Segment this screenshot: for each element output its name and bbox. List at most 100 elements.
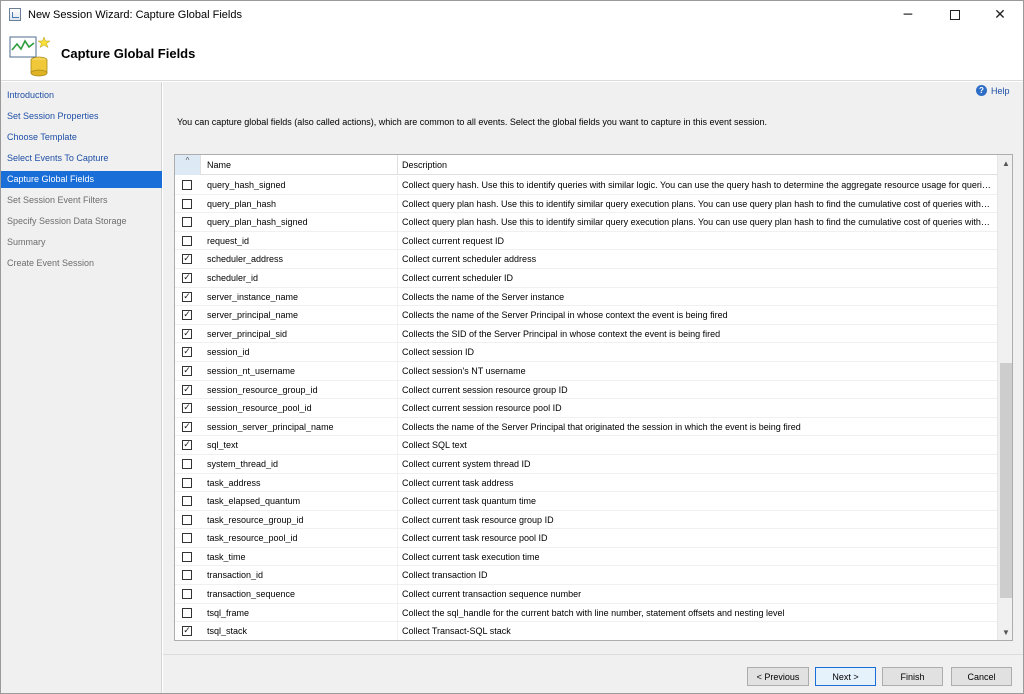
table-row[interactable]: query_plan_hash_signed Collect query plan… bbox=[175, 213, 997, 232]
table-row[interactable]: task_resource_pool_id Collect current tas… bbox=[175, 529, 997, 548]
unchecked-checkbox[interactable] bbox=[182, 217, 192, 228]
sort-up-icon: ^ bbox=[185, 156, 190, 165]
table-row[interactable]: ✓ session_server_principal_name Collects t… bbox=[175, 417, 997, 437]
checked-checkbox[interactable]: ✓ bbox=[182, 347, 192, 358]
nav-item-choose-template[interactable]: Choose Template bbox=[1, 129, 162, 146]
table-row[interactable]: ✓ session_nt_username Collect session's NT… bbox=[175, 361, 997, 381]
unchecked-checkbox[interactable] bbox=[182, 180, 192, 190]
checked-checkbox[interactable]: ✓ bbox=[182, 328, 192, 339]
field-description: Collect query plan hash. Use this to ide… bbox=[402, 217, 992, 228]
finish-button[interactable]: Finish bbox=[882, 667, 943, 686]
field-description: Collect current request ID bbox=[402, 235, 505, 246]
column-header-description[interactable]: Description bbox=[402, 160, 447, 170]
column-separator bbox=[397, 436, 398, 454]
table-row[interactable]: ✓ sql_text Collect SQL text bbox=[175, 436, 997, 455]
column-separator bbox=[397, 380, 398, 399]
nav-item-introduction[interactable]: Introduction bbox=[1, 87, 162, 104]
table-row[interactable]: ✓ server_principal_name Collects the name … bbox=[175, 306, 997, 325]
unchecked-checkbox[interactable] bbox=[182, 570, 192, 581]
previous-button[interactable]: < Previous bbox=[747, 667, 809, 686]
unchecked-checkbox[interactable] bbox=[182, 533, 192, 544]
table-row[interactable]: ✓ session_resource_group_id Collect curren… bbox=[175, 380, 997, 400]
field-description: Collect current task resource pool ID bbox=[402, 533, 548, 544]
close-button[interactable]: ✕ bbox=[977, 1, 1023, 29]
close-icon: ✕ bbox=[994, 7, 1006, 23]
field-name: system_thread_id bbox=[207, 458, 279, 469]
table-row[interactable]: transaction_sequence Collect current tran… bbox=[175, 585, 997, 604]
table-row[interactable]: ✓ session_resource_pool_id Collect current… bbox=[175, 399, 997, 418]
table-row[interactable]: query_plan_hash Collect query plan hash. … bbox=[175, 194, 997, 214]
field-description: Collects the name of the Server instance bbox=[402, 291, 565, 302]
help-label: Help bbox=[991, 85, 1010, 96]
table-row[interactable]: task_time Collect current task execution … bbox=[175, 547, 997, 567]
column-separator bbox=[397, 250, 398, 268]
field-description: Collect the sql_handle for the current b… bbox=[402, 607, 785, 618]
nav-item-select-events[interactable]: Select Events To Capture bbox=[1, 150, 162, 167]
minimize-button[interactable]: ─ bbox=[885, 1, 931, 29]
maximize-button[interactable] bbox=[932, 1, 978, 29]
sort-header[interactable]: ^ bbox=[175, 155, 201, 175]
page-description: You can capture global fields (also call… bbox=[177, 117, 767, 127]
checked-checkbox[interactable]: ✓ bbox=[182, 254, 192, 265]
unchecked-checkbox[interactable] bbox=[182, 514, 192, 525]
table-row[interactable]: tsql_frame Collect the sql_handle for the… bbox=[175, 603, 997, 623]
table-row[interactable]: system_thread_id Collect current system t… bbox=[175, 454, 997, 474]
field-name: task_resource_group_id bbox=[207, 514, 304, 525]
scroll-down-icon[interactable]: ▼ bbox=[998, 624, 1012, 640]
app-icon bbox=[9, 8, 21, 21]
help-link[interactable]: ? Help bbox=[976, 85, 1010, 96]
checked-checkbox[interactable]: ✓ bbox=[182, 291, 192, 302]
page-header: Capture Global Fields bbox=[1, 29, 1023, 81]
vertical-scrollbar[interactable]: ▲ ▼ bbox=[997, 155, 1012, 640]
column-separator bbox=[397, 454, 398, 473]
checked-checkbox[interactable]: ✓ bbox=[182, 310, 192, 321]
field-description: Collect current task address bbox=[402, 477, 514, 488]
checked-checkbox[interactable]: ✓ bbox=[182, 421, 192, 432]
table-row[interactable]: ✓ session_id Collect session ID bbox=[175, 343, 997, 362]
table-row[interactable]: task_elapsed_quantum Collect current task… bbox=[175, 492, 997, 511]
table-row[interactable]: transaction_id Collect transaction ID bbox=[175, 566, 997, 586]
nav-item-set-session-properties[interactable]: Set Session Properties bbox=[1, 108, 162, 125]
field-description: Collect current session resource group I… bbox=[402, 384, 568, 395]
column-header-name[interactable]: Name bbox=[207, 160, 231, 170]
field-name: tsql_frame bbox=[207, 607, 250, 618]
unchecked-checkbox[interactable] bbox=[182, 477, 192, 488]
unchecked-checkbox[interactable] bbox=[182, 235, 192, 246]
database-chart-icon bbox=[9, 36, 51, 77]
content-panel: ? Help You can capture global fields (al… bbox=[163, 82, 1023, 654]
table-row[interactable]: ✓ tsql_stack Collect Transact-SQL stack bbox=[175, 622, 997, 640]
checked-checkbox[interactable]: ✓ bbox=[182, 626, 192, 637]
scrollbar-thumb[interactable] bbox=[1000, 363, 1012, 598]
table-row[interactable]: task_address Collect current task address bbox=[175, 473, 997, 493]
unchecked-checkbox[interactable] bbox=[182, 198, 192, 209]
table-row[interactable]: ✓ scheduler_id Collect current scheduler I… bbox=[175, 268, 997, 288]
page-title: Capture Global Fields bbox=[61, 46, 196, 61]
table-row[interactable]: ✓ server_instance_name Collects the name o… bbox=[175, 287, 997, 307]
unchecked-checkbox[interactable] bbox=[182, 607, 192, 618]
scroll-up-icon[interactable]: ▲ bbox=[998, 155, 1012, 171]
table-row[interactable]: ✓ server_principal_sid Collects the SID of… bbox=[175, 324, 997, 344]
unchecked-checkbox[interactable] bbox=[182, 589, 192, 600]
window-title: New Session Wizard: Capture Global Field… bbox=[28, 9, 242, 21]
column-separator bbox=[397, 566, 398, 585]
unchecked-checkbox[interactable] bbox=[182, 458, 192, 469]
cancel-button[interactable]: Cancel bbox=[951, 667, 1012, 686]
checked-checkbox[interactable]: ✓ bbox=[182, 365, 192, 376]
field-name: server_instance_name bbox=[207, 291, 299, 302]
unchecked-checkbox[interactable] bbox=[182, 496, 192, 507]
checked-checkbox[interactable]: ✓ bbox=[182, 403, 192, 414]
checked-checkbox[interactable]: ✓ bbox=[182, 272, 192, 283]
wizard-nav: Introduction Set Session Properties Choo… bbox=[1, 82, 162, 693]
checked-checkbox[interactable]: ✓ bbox=[182, 440, 192, 451]
table-row[interactable]: ✓ scheduler_address Collect current schedu… bbox=[175, 250, 997, 269]
column-separator bbox=[397, 231, 398, 250]
table-row[interactable]: task_resource_group_id Collect current ta… bbox=[175, 510, 997, 530]
field-description: Collect current system thread ID bbox=[402, 458, 531, 469]
unchecked-checkbox[interactable] bbox=[182, 551, 192, 562]
checked-checkbox[interactable]: ✓ bbox=[182, 384, 192, 395]
next-button[interactable]: Next > bbox=[815, 667, 876, 686]
table-row[interactable]: request_id Collect current request ID bbox=[175, 231, 997, 251]
table-row[interactable]: query_hash_signed Collect query hash. Use… bbox=[175, 176, 997, 195]
nav-item-capture-global-fields[interactable]: Capture Global Fields bbox=[1, 171, 162, 188]
column-separator bbox=[397, 510, 398, 529]
